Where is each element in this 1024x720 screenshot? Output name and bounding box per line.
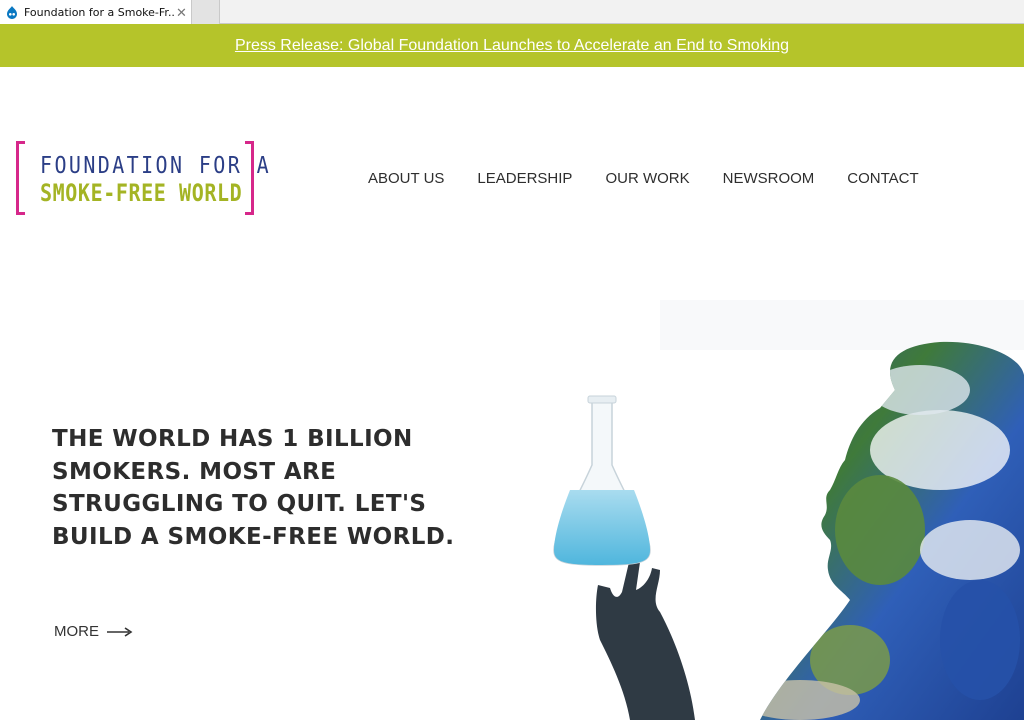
press-release-link[interactable]: Press Release: Global Foundation Launche…: [235, 37, 789, 55]
more-link[interactable]: MORE: [54, 623, 133, 640]
nav-item-about-us[interactable]: ABOUT US: [368, 170, 444, 187]
new-tab-button[interactable]: [192, 0, 220, 24]
more-label: MORE: [54, 623, 99, 640]
logo-text-line2: SMOKE-FREE WORLD: [40, 178, 243, 207]
hero-image: [553, 300, 1024, 720]
site-logo[interactable]: FOUNDATION FOR A SMOKE-FREE WORLD: [16, 141, 269, 215]
nav-item-contact[interactable]: CONTACT: [847, 170, 918, 187]
browser-tab[interactable]: Foundation for a Smoke-Fr... ✕: [0, 0, 192, 24]
nav-item-our-work[interactable]: OUR WORK: [605, 170, 689, 187]
tab-title: Foundation for a Smoke-Fr...: [24, 5, 174, 19]
arrow-right-icon: [107, 626, 133, 637]
drupal-favicon-icon: [7, 5, 17, 19]
logo-right-bracket: [245, 141, 254, 215]
logo-text-line1: FOUNDATION FOR A: [40, 151, 272, 179]
logo-left-bracket: [16, 141, 25, 215]
announcement-banner: Press Release: Global Foundation Launche…: [0, 24, 1024, 67]
main-navigation: ABOUT US LEADERSHIP OUR WORK NEWSROOM CO…: [368, 170, 952, 187]
nav-item-newsroom[interactable]: NEWSROOM: [723, 170, 815, 187]
nav-item-leadership[interactable]: LEADERSHIP: [477, 170, 572, 187]
close-tab-icon[interactable]: ✕: [176, 6, 187, 19]
browser-tab-strip: Foundation for a Smoke-Fr... ✕: [0, 0, 1024, 24]
hero-headline: THE WORLD HAS 1 BILLION SMOKERS. MOST AR…: [52, 426, 455, 550]
